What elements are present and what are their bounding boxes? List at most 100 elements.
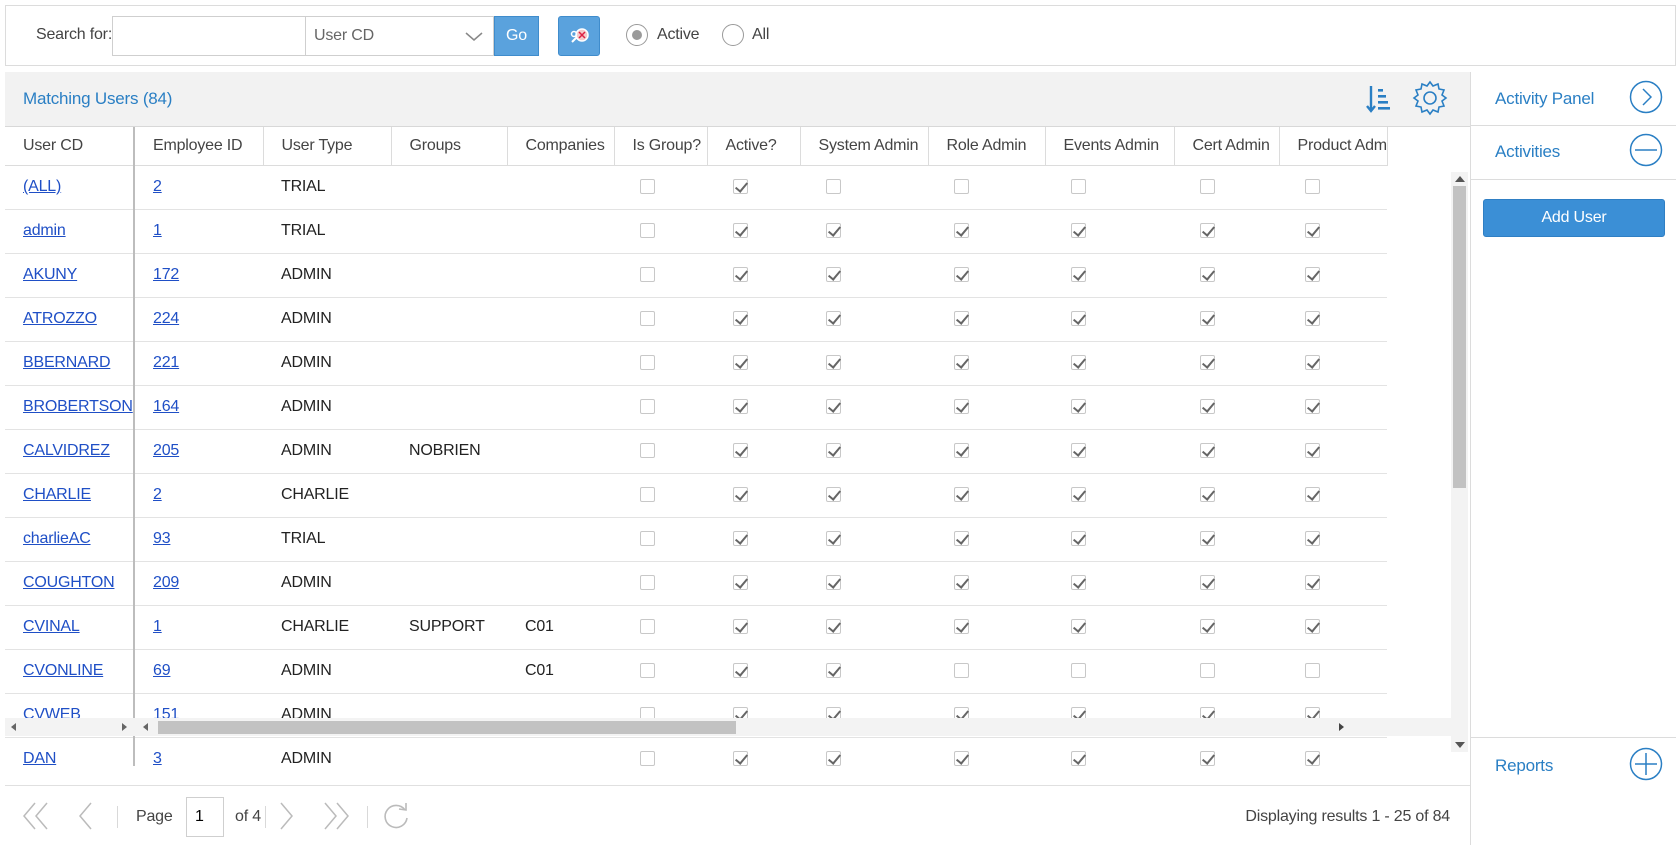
employee-id-link[interactable]: 164 (134, 385, 263, 430)
checked-checkbox[interactable] (1071, 751, 1086, 766)
column-header[interactable]: Groups (391, 127, 508, 166)
user-cd-link[interactable]: BROBERTSON (5, 385, 135, 430)
user-cd-link[interactable]: CALVIDREZ (5, 429, 135, 474)
checked-checkbox[interactable] (1071, 399, 1086, 415)
checked-checkbox[interactable] (1071, 487, 1086, 503)
checked-checkbox[interactable] (826, 619, 841, 635)
employee-id-link[interactable]: 2 (134, 165, 263, 210)
unchecked-checkbox[interactable] (1071, 179, 1086, 195)
scroll-right-arrow-icon[interactable] (1339, 723, 1344, 731)
table-row[interactable]: CVONLINE 69 ADMIN C01 (5, 649, 1388, 694)
checked-checkbox[interactable] (1071, 311, 1086, 327)
page-number-input[interactable] (186, 797, 224, 837)
user-cd-link[interactable]: AKUNY (5, 253, 135, 298)
user-cd-link[interactable]: ATROZZO (5, 297, 135, 342)
unchecked-checkbox[interactable] (640, 487, 655, 503)
employee-id-link[interactable]: 2 (134, 473, 263, 518)
table-row[interactable]: CALVIDREZ 205 ADMIN NOBRIEN (5, 429, 1388, 474)
employee-id-link[interactable]: 221 (134, 341, 263, 386)
activity-panel-header[interactable]: Activity Panel (1471, 72, 1676, 126)
unchecked-checkbox[interactable] (640, 663, 655, 679)
horizontal-scrollbar[interactable] (5, 718, 1451, 736)
checked-checkbox[interactable] (826, 487, 841, 503)
checked-checkbox[interactable] (1071, 619, 1086, 635)
checked-checkbox[interactable] (1305, 267, 1320, 283)
unchecked-checkbox[interactable] (640, 443, 655, 459)
checked-checkbox[interactable] (826, 531, 841, 547)
activities-section-header[interactable]: Activities (1471, 126, 1676, 180)
checked-checkbox[interactable] (1071, 531, 1086, 547)
user-cd-link[interactable]: DAN (5, 737, 135, 766)
unchecked-checkbox[interactable] (640, 531, 655, 547)
employee-id-link[interactable]: 205 (134, 429, 263, 474)
checked-checkbox[interactable] (1305, 619, 1320, 635)
column-header[interactable]: Role Admin (928, 127, 1046, 166)
checked-checkbox[interactable] (733, 311, 748, 327)
checked-checkbox[interactable] (954, 311, 969, 327)
unchecked-checkbox[interactable] (826, 179, 841, 195)
all-radio[interactable] (722, 24, 744, 46)
scroll-left-arrow-icon[interactable] (143, 723, 148, 731)
user-cd-link[interactable]: CVINAL (5, 605, 135, 650)
checked-checkbox[interactable] (733, 531, 748, 547)
checked-checkbox[interactable] (1200, 751, 1215, 766)
table-row[interactable]: AKUNY 172 ADMIN (5, 253, 1388, 298)
checked-checkbox[interactable] (1200, 619, 1215, 635)
checked-checkbox[interactable] (954, 443, 969, 459)
unchecked-checkbox[interactable] (640, 399, 655, 415)
advanced-filter-button[interactable] (558, 16, 600, 56)
collapse-circle-icon[interactable] (1629, 133, 1663, 167)
column-header[interactable]: Product Adm (1279, 127, 1388, 166)
last-page-icon[interactable] (321, 801, 351, 831)
vertical-scrollbar[interactable] (1451, 172, 1468, 752)
checked-checkbox[interactable] (1071, 355, 1086, 371)
checked-checkbox[interactable] (733, 575, 748, 591)
employee-id-link[interactable]: 1 (134, 209, 263, 254)
unchecked-checkbox[interactable] (954, 179, 969, 195)
unchecked-checkbox[interactable] (640, 179, 655, 195)
checked-checkbox[interactable] (733, 179, 748, 195)
column-header[interactable]: Cert Admin (1174, 127, 1280, 166)
checked-checkbox[interactable] (1200, 311, 1215, 327)
user-cd-link[interactable]: admin (5, 209, 135, 254)
user-cd-link[interactable]: (ALL) (5, 165, 135, 210)
checked-checkbox[interactable] (1200, 355, 1215, 371)
scroll-down-arrow-icon[interactable] (1455, 742, 1465, 748)
refresh-icon[interactable] (381, 801, 411, 831)
unchecked-checkbox[interactable] (640, 575, 655, 591)
user-cd-link[interactable]: CVONLINE (5, 649, 135, 694)
employee-id-link[interactable]: 3 (134, 737, 263, 766)
employee-id-link[interactable]: 224 (134, 297, 263, 342)
checked-checkbox[interactable] (1200, 531, 1215, 547)
add-user-button[interactable]: Add User (1483, 199, 1665, 237)
checked-checkbox[interactable] (826, 311, 841, 327)
table-row[interactable]: CHARLIE 2 CHARLIE (5, 473, 1388, 518)
checked-checkbox[interactable] (826, 399, 841, 415)
checked-checkbox[interactable] (954, 619, 969, 635)
horizontal-scroll-thumb[interactable] (158, 721, 736, 734)
checked-checkbox[interactable] (954, 399, 969, 415)
column-header[interactable]: System Admin (800, 127, 929, 166)
checked-checkbox[interactable] (826, 223, 841, 239)
previous-page-icon[interactable] (75, 801, 95, 831)
checked-checkbox[interactable] (733, 399, 748, 415)
checked-checkbox[interactable] (826, 267, 841, 283)
checked-checkbox[interactable] (954, 487, 969, 503)
unchecked-checkbox[interactable] (1071, 663, 1086, 679)
table-row[interactable]: COUGHTON 209 ADMIN (5, 561, 1388, 606)
first-page-icon[interactable] (21, 801, 51, 831)
checked-checkbox[interactable] (1071, 267, 1086, 283)
checked-checkbox[interactable] (826, 575, 841, 591)
checked-checkbox[interactable] (1071, 223, 1086, 239)
unchecked-checkbox[interactable] (640, 355, 655, 371)
checked-checkbox[interactable] (733, 223, 748, 239)
unchecked-checkbox[interactable] (1200, 179, 1215, 195)
checked-checkbox[interactable] (1305, 531, 1320, 547)
checked-checkbox[interactable] (954, 223, 969, 239)
checked-checkbox[interactable] (1200, 575, 1215, 591)
unchecked-checkbox[interactable] (1305, 663, 1320, 679)
unchecked-checkbox[interactable] (954, 663, 969, 679)
column-header[interactable]: User CD (5, 127, 135, 166)
checked-checkbox[interactable] (1305, 487, 1320, 503)
checked-checkbox[interactable] (1200, 399, 1215, 415)
